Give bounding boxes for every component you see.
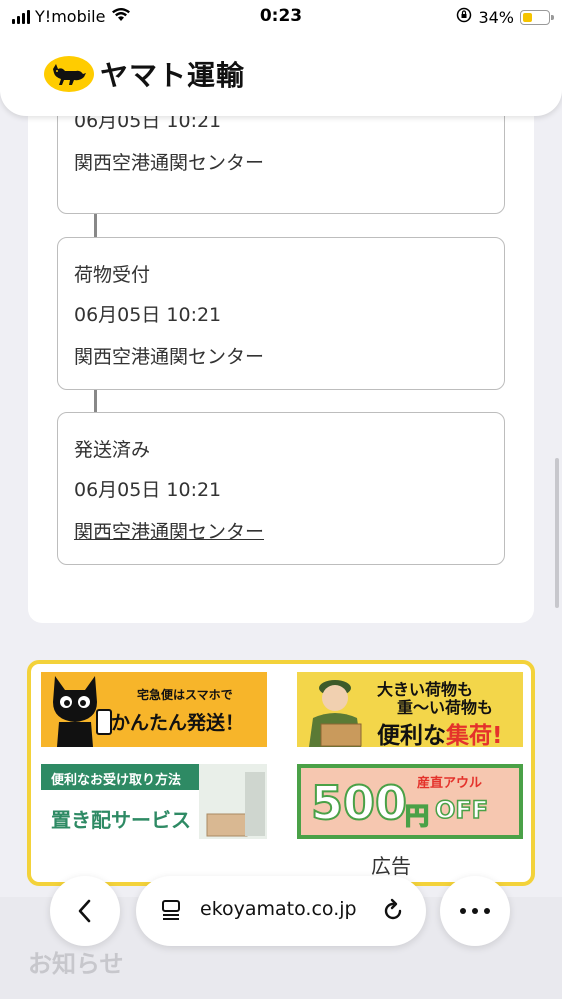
ad-1-line1: 宅急便はスマホで: [137, 688, 233, 702]
ad-label: 広告: [371, 854, 411, 878]
address-bar[interactable]: ekoyamato.co.jp: [136, 876, 426, 946]
ad-block: 宅急便はスマホで かんたん発送！ 大きい荷物も 重〜い荷物も 便利な集荷! 便利…: [27, 660, 535, 886]
ad-2-line3a: 便利な: [377, 723, 446, 747]
ad-1-line2: かんたん発送！: [111, 712, 245, 734]
page-menu-icon[interactable]: [160, 898, 184, 922]
step-status: 荷物受付: [74, 264, 151, 286]
ad-4-small: 産直アウル: [417, 776, 483, 791]
status-bar: Y!mobile 0:23 34%: [0, 0, 562, 34]
ad-2-line2: 重〜い荷物も: [397, 698, 494, 717]
step-location: 関西空港通関センター: [74, 152, 265, 174]
scrollbar[interactable]: [555, 458, 559, 608]
ad-3-line2: 置き配サービス: [51, 808, 191, 832]
timeline-connector: [94, 390, 97, 413]
site-header: ヤマト運輸: [0, 34, 562, 116]
ad-4-big: 500: [310, 775, 408, 831]
ad-pickup-service[interactable]: 大きい荷物も 重〜い荷物も 便利な集荷!: [297, 672, 523, 747]
ad-500-yen-off[interactable]: 産直アウル 500 円 OFF: [297, 764, 523, 839]
orientation-lock-icon: [456, 7, 472, 27]
ad-okihai-service[interactable]: 便利なお受け取り方法 置き配サービス: [41, 764, 267, 839]
ad-2-line3b: 集荷!: [446, 723, 503, 747]
ad-2-line3: 便利な集荷!: [377, 716, 503, 747]
yamato-logo[interactable]: ヤマト運輸: [44, 54, 245, 94]
black-cat-logo-icon: [44, 56, 94, 92]
ad-smartphone-shipping[interactable]: 宅急便はスマホで かんたん発送！: [41, 672, 267, 747]
ad-4-off: OFF: [434, 795, 489, 825]
back-button[interactable]: [50, 876, 120, 946]
step-status: 発送済み: [74, 439, 151, 461]
tracking-card: 06月05日 10:21 関西空港通関センター 荷物受付 06月05日 10:2…: [28, 80, 534, 623]
more-options-button[interactable]: [440, 876, 510, 946]
notice-heading: お知らせ: [28, 950, 124, 978]
step-datetime: 06月05日 10:21: [74, 304, 222, 326]
status-right: 34%: [456, 7, 554, 27]
step-location: 関西空港通関センター: [74, 346, 265, 368]
battery-percent: 34%: [478, 7, 514, 27]
doorstep-box-icon: [199, 764, 267, 839]
delivery-worker-icon: [309, 680, 362, 747]
step-datetime: 06月05日 10:21: [74, 479, 222, 501]
tracking-step: 荷物受付 06月05日 10:21 関西空港通関センター: [57, 237, 505, 390]
timeline-connector: [94, 214, 97, 238]
battery-icon: [520, 9, 554, 25]
logo-text: ヤマト運輸: [100, 59, 246, 92]
url-text: ekoyamato.co.jp: [200, 898, 357, 920]
step-location-link[interactable]: 関西空港通関センター: [74, 517, 264, 544]
ad-4-yen: 円: [404, 801, 430, 831]
ad-3-line1: 便利なお受け取り方法: [51, 773, 182, 788]
tracking-step: 発送済み 06月05日 10:21 関西空港通関センター: [57, 412, 505, 565]
chevron-left-icon: [78, 899, 91, 923]
reload-icon[interactable]: [380, 898, 406, 924]
black-cat-mascot-icon: [53, 676, 112, 747]
more-dots-icon: [460, 908, 490, 914]
